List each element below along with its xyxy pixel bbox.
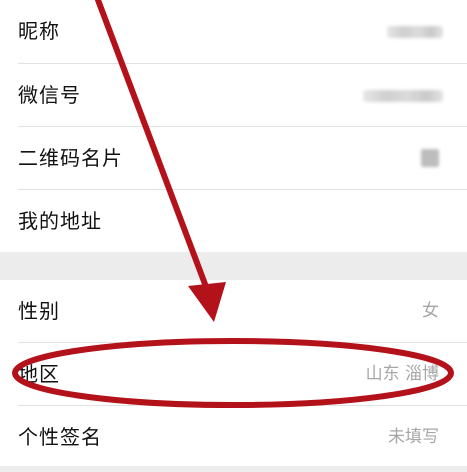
section-gap bbox=[0, 252, 467, 280]
row-my-address-label: 我的地址 bbox=[18, 209, 102, 233]
qr-code-icon bbox=[421, 149, 439, 167]
row-gender-label: 性别 bbox=[18, 299, 60, 323]
profile-details-group: 性别 女 地区 山东 淄博 个性签名 未填写 bbox=[0, 280, 467, 466]
row-region[interactable]: 地区 山东 淄博 bbox=[0, 343, 467, 406]
row-gender-value: 女 bbox=[422, 301, 439, 321]
profile-info-group: 昵称 微信号 二维码名片 我的地址 bbox=[0, 0, 467, 252]
nickname-value-blurred bbox=[387, 26, 443, 38]
row-region-value: 山东 淄博 bbox=[365, 364, 439, 384]
row-signature-label: 个性签名 bbox=[18, 425, 102, 449]
row-my-address[interactable]: 我的地址 bbox=[0, 190, 467, 253]
row-gender[interactable]: 性别 女 bbox=[0, 280, 467, 343]
row-region-label: 地区 bbox=[18, 362, 60, 386]
row-nickname-label: 昵称 bbox=[18, 19, 60, 43]
row-qr-code[interactable]: 二维码名片 bbox=[0, 127, 467, 190]
row-wechat-id-label: 微信号 bbox=[18, 83, 81, 107]
bottom-gap bbox=[0, 466, 467, 472]
row-wechat-id[interactable]: 微信号 bbox=[0, 64, 467, 127]
row-nickname[interactable]: 昵称 bbox=[0, 0, 467, 63]
row-signature[interactable]: 个性签名 未填写 bbox=[0, 406, 467, 469]
row-qr-code-label: 二维码名片 bbox=[18, 146, 123, 170]
profile-settings-screen: 昵称 微信号 二维码名片 我的地址 性别 女 地区 山东 淄博 个性签名 未填写 bbox=[0, 0, 467, 472]
row-signature-value: 未填写 bbox=[388, 427, 439, 447]
wechat-id-value-blurred bbox=[363, 90, 443, 102]
